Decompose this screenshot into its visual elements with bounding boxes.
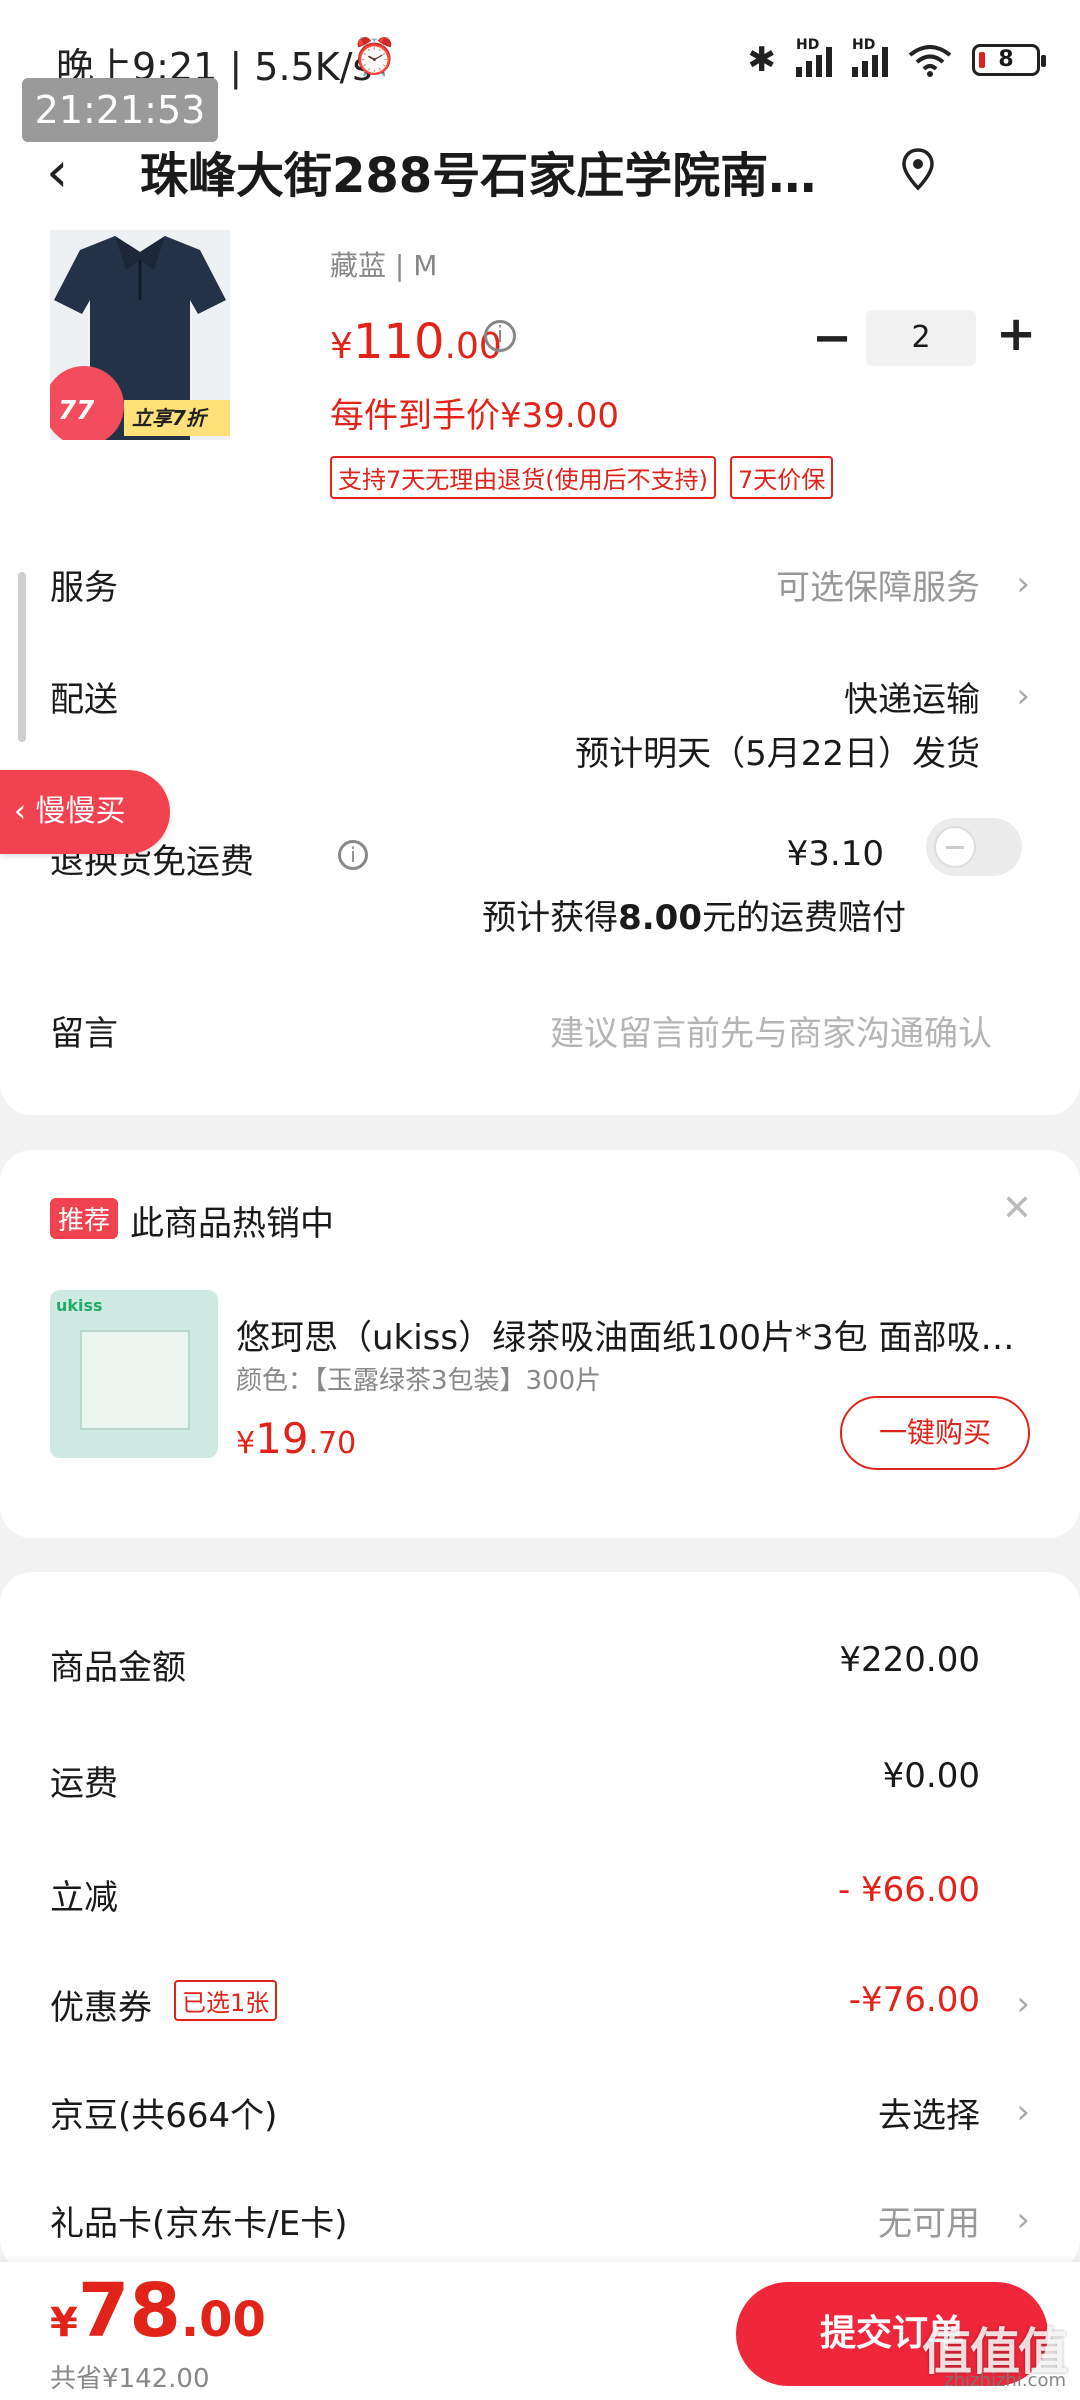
product-price: ¥110.00 [330, 314, 502, 370]
giftcard-value: 无可用 [878, 2204, 980, 2244]
one-click-buy-button[interactable]: 一键购买 [840, 1396, 1030, 1470]
slow-buy-label: 慢慢买 [35, 794, 126, 829]
shipping-row: 运费 ¥0.00 [50, 1756, 1030, 1806]
service-value: 可选保障服务 [776, 568, 980, 608]
message-input[interactable]: 建议留言前先与商家沟通确认 [550, 1006, 992, 1055]
recommend-product-name[interactable]: 悠珂思（ukiss）绿茶吸油面纸100片*3包 面部吸油纸 [236, 1310, 1016, 1359]
goods-amount-row: 商品金额 ¥220.00 [50, 1640, 1030, 1690]
quantity-input[interactable]: 2 [866, 310, 976, 366]
product-tags: 支持7天无理由退货(使用后不支持) 7天价保 [330, 456, 834, 499]
promo-badge: 77 立享7折 [50, 366, 230, 440]
goods-amount-value: ¥220.00 [839, 1640, 980, 1680]
quantity-increase-button[interactable]: + [996, 306, 1036, 362]
chevron-right-icon: › [1016, 1984, 1030, 2024]
brand-logo: ukiss [56, 1296, 103, 1315]
jingdou-row[interactable]: 京豆(共664个) 去选择 › [50, 2088, 1030, 2138]
signal-icon: HD [796, 37, 832, 77]
recommend-badge: 推荐 [50, 1198, 119, 1239]
recommend-title: 此商品热销中 [130, 1204, 334, 1244]
alarm-icon: ⏰ [352, 37, 397, 78]
delivery-estimate: 预计明天（5月22日）发货 [575, 734, 980, 774]
delivery-label: 配送 [50, 680, 118, 720]
jingdou-value: 去选择 [878, 2096, 980, 2136]
discount-label: 立减 [50, 1878, 118, 1918]
battery-icon: 8 [972, 44, 1046, 76]
location-pin-icon[interactable] [898, 144, 938, 200]
recommend-product-image[interactable]: ukiss [50, 1290, 218, 1458]
order-card: 77 立享7折 藏蓝 | M ¥110.00 i − 2 + 每件到手价¥39.… [0, 230, 1080, 1115]
service-label: 服务 [50, 568, 118, 608]
shipping-label: 运费 [50, 1764, 118, 1804]
product-image[interactable]: 77 立享7折 [50, 230, 230, 440]
service-row[interactable]: 服务 可选保障服务 › [50, 560, 1030, 610]
time-overlay: 21:21:53 [22, 78, 218, 142]
chevron-right-icon: › [1016, 564, 1030, 604]
discount-tag: 立享7折 [124, 400, 230, 436]
info-icon[interactable]: i [484, 320, 516, 352]
per-item-price: 每件到手价¥39.00 [330, 396, 619, 436]
goods-amount-label: 商品金额 [50, 1648, 186, 1688]
message-row[interactable]: 留言 建议留言前先与商家沟通确认 [50, 1006, 1030, 1056]
delivery-row[interactable]: 配送 快递运输 › 预计明天（5月22日）发货 [50, 672, 1030, 782]
return-freight-row: 退换货免运费 i ¥3.10 预计获得8.00元的运费赔付 [50, 818, 1030, 944]
return-policy-tag: 支持7天无理由退货(使用后不支持) [330, 456, 716, 499]
giftcard-label: 礼品卡(京东卡/E卡) [50, 2204, 348, 2244]
info-icon[interactable]: i [338, 840, 368, 870]
product-spec: 藏蓝 | M [330, 249, 438, 282]
return-freight-toggle[interactable] [926, 818, 1022, 876]
price-protect-tag: 7天价保 [730, 456, 834, 499]
message-label: 留言 [50, 1014, 118, 1054]
chevron-right-icon: › [1016, 2200, 1030, 2240]
return-freight-note: 预计获得8.00元的运费赔付 [482, 898, 906, 938]
scroll-indicator [18, 572, 26, 742]
discount-row: 立减 - ¥66.00 [50, 1870, 1030, 1920]
slow-buy-float-button[interactable]: ‹ 慢慢买 [0, 770, 170, 854]
giftcard-row[interactable]: 礼品卡(京东卡/E卡) 无可用 › [50, 2196, 1030, 2246]
bottom-bar: ¥78.00 共省¥142.00 提交订单 值值值 zhizhizhi.com [0, 2262, 1080, 2400]
toggle-knob [934, 826, 976, 868]
discount-value: - ¥66.00 [837, 1870, 980, 1910]
coupon-label: 优惠券 [50, 1988, 152, 2028]
chevron-left-icon: ‹ [14, 794, 36, 829]
quantity-decrease-button[interactable]: − [812, 310, 852, 366]
coupon-value: -¥76.00 [848, 1980, 980, 2020]
total-saved: 共省¥142.00 [50, 2364, 210, 2394]
watermark-url: zhizhizhi.com [944, 2370, 1066, 2391]
bluetooth-icon: ✱ [747, 40, 777, 80]
coupon-row[interactable]: 优惠券 已选1张 -¥76.00 › [50, 1980, 1030, 2030]
return-freight-price: ¥3.10 [786, 834, 884, 874]
wifi-icon [908, 45, 952, 77]
coupon-selected-tag: 已选1张 [174, 1980, 278, 2021]
chevron-right-icon: › [1016, 676, 1030, 716]
back-chevron-icon[interactable]: ‹ [46, 140, 68, 205]
product-box-image [80, 1330, 190, 1430]
price-summary-card: 商品金额 ¥220.00 运费 ¥0.00 立减 - ¥66.00 优惠券 已选… [0, 1572, 1080, 2272]
recommend-product-spec: 颜色：【玉露绿茶3包装】300片 [236, 1366, 602, 1396]
recommend-price: ¥19.70 [236, 1414, 357, 1463]
chevron-right-icon: › [1016, 2092, 1030, 2132]
status-icons: ✱ HD HD 8 [747, 37, 1046, 80]
shipping-value: ¥0.00 [882, 1756, 980, 1796]
close-icon[interactable]: ✕ [1002, 1188, 1032, 1229]
recommend-card: 推荐 此商品热销中 ✕ ukiss 悠珂思（ukiss）绿茶吸油面纸100片*3… [0, 1150, 1080, 1538]
total-price: ¥78.00 [50, 2268, 266, 2354]
delivery-value: 快递运输 [844, 680, 980, 720]
address-title[interactable]: 珠峰大街288号石家庄学院南… [140, 136, 860, 206]
jingdou-label: 京豆(共664个) [50, 2096, 278, 2136]
signal-icon-2: HD [852, 37, 888, 77]
